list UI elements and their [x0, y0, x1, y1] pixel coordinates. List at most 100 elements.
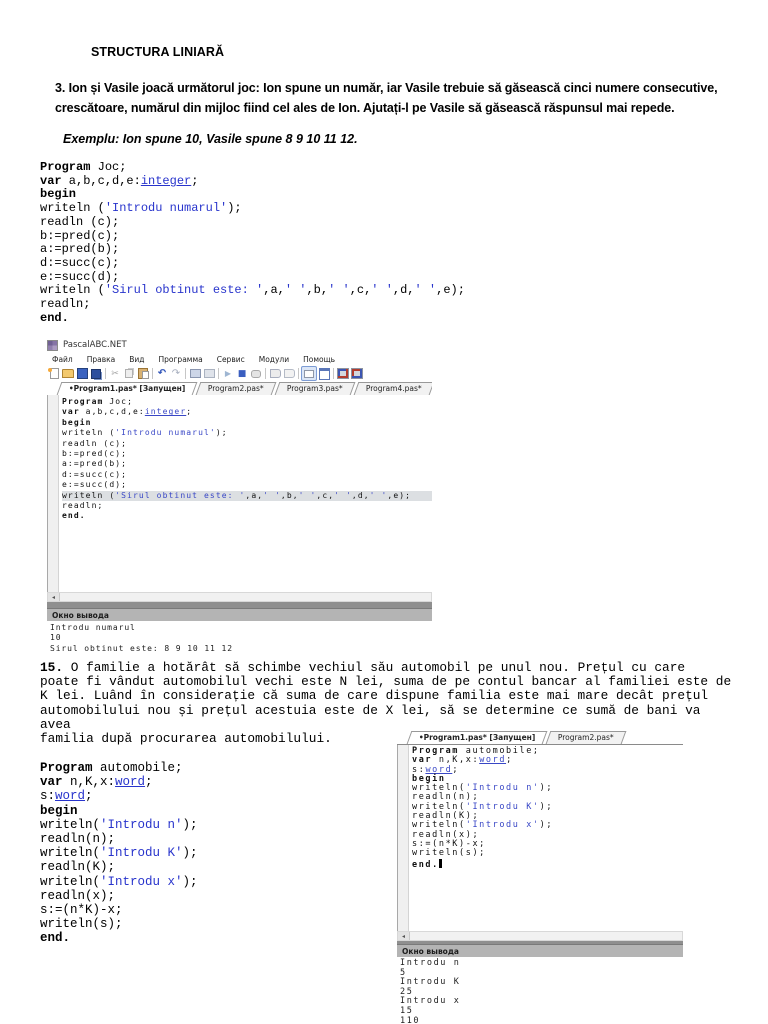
code-line: a:=pred(b); — [62, 459, 128, 469]
convert-right-icon[interactable] — [350, 367, 364, 380]
code-line: s:word; — [40, 789, 93, 804]
paste-icon[interactable] — [136, 367, 150, 380]
build-icon[interactable] — [202, 367, 216, 380]
menu-item[interactable]: Вид — [124, 355, 153, 364]
form-view-icon[interactable] — [317, 367, 331, 380]
code-line: writeln ('Introdu numarul'); — [62, 428, 228, 438]
toolbar-separator — [218, 368, 219, 379]
text-cursor — [438, 858, 442, 868]
output-window-header: Окно вывода — [397, 944, 683, 957]
code-editor[interactable]: Program Joc; var a,b,c,d,e:integer; begin w… — [47, 395, 432, 592]
code-line: begin — [62, 417, 92, 427]
cut-icon[interactable] — [108, 367, 122, 380]
code-line: end. — [40, 931, 71, 946]
new-file-icon[interactable] — [47, 367, 61, 380]
code-line: var a,b,c,d,e:integer; — [62, 407, 193, 417]
editor-tab[interactable]: Program4.pas* — [353, 382, 432, 395]
open-folder-icon[interactable] — [61, 367, 75, 380]
code-line: d:=succ(c); — [40, 255, 120, 270]
code-line: Program automobile; — [40, 761, 183, 775]
code-line: readln (c); — [40, 214, 120, 229]
window-titlebar[interactable]: PascalABC.NET — [47, 337, 432, 353]
code-line: writeln ('Introdu numarul'); — [40, 201, 242, 216]
tab-bar: •Program1.pas* [Запущен] Program2.pas* — [397, 731, 683, 745]
code-line: a:=pred(b); — [40, 242, 120, 257]
code-line: Program Joc; — [40, 160, 127, 174]
editor-code: Program Joc; var a,b,c,d,e:integer; begin w… — [62, 397, 432, 522]
code-line: readln; — [40, 297, 91, 312]
code-line: readln(x); — [40, 888, 116, 903]
horizontal-scrollbar[interactable] — [47, 592, 432, 602]
document-page: STRUCTURA LINIARĂ 3. Ion și Vasile joacă… — [0, 0, 768, 1024]
output-window-title: Окно вывода — [402, 946, 459, 956]
editor-gutter — [48, 395, 59, 592]
code-line: var n,K,x:word; — [40, 775, 153, 790]
output-window: Introdu numarul 10 Sirul obtinut este: 8… — [50, 623, 233, 653]
code-line: var a,b,c,d,e:integer; — [40, 173, 199, 188]
stop-icon[interactable] — [235, 367, 249, 380]
editor-tab[interactable]: Program3.pas* — [274, 382, 356, 395]
toolbar-separator — [152, 368, 153, 379]
editor-tab[interactable]: Program2.pas* — [196, 382, 277, 395]
toolbar-separator — [265, 368, 266, 379]
menu-item[interactable]: Сервис — [212, 355, 254, 364]
code-line: end. — [62, 511, 86, 521]
undo-icon[interactable] — [155, 367, 169, 380]
code-line: Program Joc; — [62, 397, 134, 406]
code-line: b:=pred(c); — [62, 449, 128, 459]
redo-icon[interactable] — [169, 367, 183, 380]
code-listing-automobile: Program automobile; var n,K,x:word; s:word… — [40, 761, 198, 946]
editor-tab-label: Program4.pas* — [365, 384, 422, 393]
compile-icon[interactable] — [188, 367, 202, 380]
output-window: Introdu n 5 Introdu K 25 Introdu x 15 11… — [400, 958, 461, 1024]
code-line: writeln ('Sirul obtinut este: ',a,' ',b,… — [62, 490, 432, 502]
editor-tab-label: •Program1.pas* [Запущен] — [68, 384, 186, 393]
code-line: writeln(s); — [412, 848, 486, 859]
window-title: PascalABC.NET — [63, 340, 127, 350]
code-line: end. — [412, 858, 683, 870]
editor-tab[interactable]: •Program1.pas* [Запущен] — [406, 731, 548, 744]
code-line: writeln('Introdu x'); — [40, 874, 198, 889]
convert-left-icon[interactable] — [336, 367, 350, 380]
toolbar-separator — [333, 368, 334, 379]
scroll-left-icon[interactable] — [48, 593, 60, 601]
console-toggle-icon[interactable] — [301, 366, 317, 381]
section-heading: STRUCTURA LINIARĂ — [91, 45, 225, 59]
example-text: Exemplu: Ion spune 10, Vasile spune 8 9 … — [63, 132, 358, 146]
code-line: writeln('Introdu K'); — [40, 846, 198, 861]
step-into-icon[interactable] — [282, 367, 296, 380]
editor-tab[interactable]: •Program1.pas* [Запущен] — [56, 382, 198, 395]
menu-item[interactable]: Файл — [47, 355, 82, 364]
copy-icon[interactable] — [122, 367, 136, 380]
code-line: readln(n); — [40, 832, 116, 847]
editor-tab-label: Program3.pas* — [287, 384, 343, 393]
run-icon[interactable] — [221, 367, 235, 380]
menu-item[interactable]: Помощь — [298, 355, 344, 364]
code-line: begin — [40, 803, 78, 818]
save-icon[interactable] — [75, 367, 89, 380]
code-line: e:=succ(d); — [62, 480, 128, 490]
menu-item[interactable]: Модули — [254, 355, 298, 364]
find-in-code-icon[interactable] — [249, 367, 263, 380]
code-listing-joc: Program Joc; var a,b,c,d,e:integer; begin w… — [40, 160, 465, 325]
editor-tab-label: Program2.pas* — [558, 733, 615, 742]
problem15-number: 15. — [40, 660, 64, 675]
menu-item[interactable]: Правка — [82, 355, 125, 364]
editor-tab[interactable]: Program2.pas* — [546, 731, 627, 744]
menu-item[interactable]: Программа — [154, 355, 212, 364]
code-line: b:=pred(c); — [40, 228, 120, 243]
code-line: end. — [40, 310, 69, 325]
horizontal-scrollbar[interactable] — [397, 931, 683, 941]
step-over-icon[interactable] — [268, 367, 282, 380]
menu-bar: Файл Правка Вид Программа Сервис Модули Помощь — [47, 353, 432, 365]
code-editor[interactable]: Program automobile; var n,K,x:word; s:word… — [397, 745, 683, 931]
code-line: writeln ('Sirul obtinut este: ',a,' ',b,… — [40, 283, 465, 298]
toolbar-separator — [105, 368, 106, 379]
code-line: s:word; — [412, 764, 460, 775]
code-line: readln (c); — [62, 438, 128, 448]
problem3-text: 3. Ion și Vasile joacă următorul joc: Io… — [55, 81, 718, 115]
save-all-icon[interactable] — [89, 367, 103, 380]
scroll-left-icon[interactable] — [398, 932, 410, 940]
output-window-header: Окно вывода — [47, 608, 432, 621]
tab-bar: •Program1.pas* [Запущен] Program2.pas* Pro… — [47, 382, 432, 396]
